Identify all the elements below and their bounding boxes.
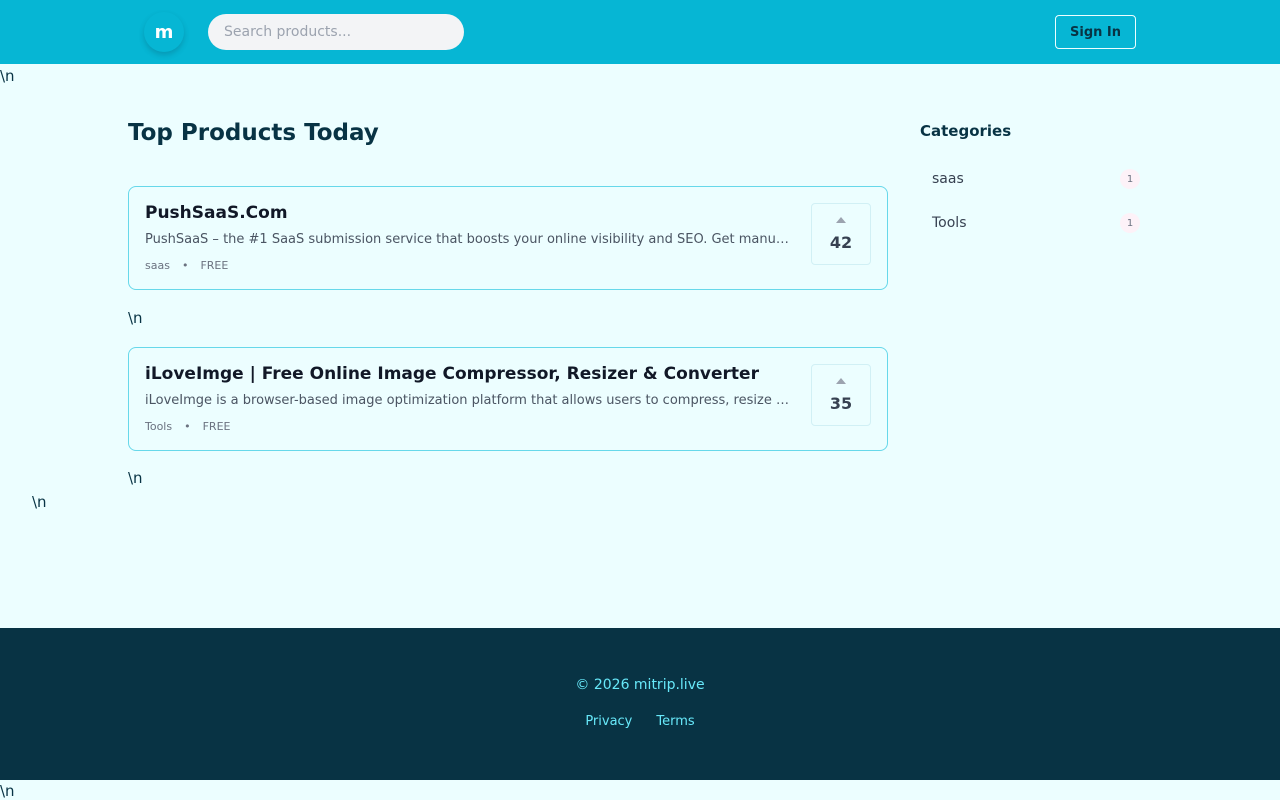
footer: © 2026 mitrip.live Privacy Terms [0,628,1280,780]
category-item-saas[interactable]: saas 1 [920,164,1140,194]
stray-newline-text: \n [128,309,143,327]
product-category[interactable]: Tools [145,420,172,433]
product-pricing: FREE [200,259,229,272]
stray-newline-text: \n [0,67,15,85]
upvote-button[interactable]: 35 [811,364,871,426]
category-label: saas [932,171,964,187]
vote-count: 35 [829,393,853,413]
top-header: m Sign In [0,0,1280,64]
stray-newline-text: \n [128,469,143,487]
stray-newline-text: \n [0,782,15,800]
search-input[interactable] [208,14,464,50]
product-meta: Tools • FREE [145,420,230,433]
product-meta: saas • FREE [145,259,228,272]
sidebar-title: Categories [920,122,1012,140]
upvote-button[interactable]: 42 [811,203,871,265]
privacy-link[interactable]: Privacy [585,714,632,729]
page-title: Top Products Today [128,120,379,146]
terms-link[interactable]: Terms [656,714,694,729]
product-category[interactable]: saas [145,259,170,272]
footer-links: Privacy Terms [0,714,1280,729]
product-card[interactable]: iLoveImge | Free Online Image Compressor… [128,347,888,451]
stray-newline-text: \n [32,493,47,511]
meta-separator: • [181,259,189,272]
category-item-tools[interactable]: Tools 1 [920,208,1140,238]
upvote-arrow-icon [836,216,846,223]
meta-separator: • [184,420,191,433]
product-description: iLoveImge is a browser-based image optim… [145,393,795,408]
product-card[interactable]: PushSaaS.Com PushSaaS – the #1 SaaS subm… [128,186,888,290]
vote-count: 42 [829,232,853,252]
logo[interactable]: m [144,12,184,52]
product-name[interactable]: PushSaaS.Com [145,203,288,223]
copyright-text: © 2026 mitrip.live [575,677,705,693]
category-count-badge: 1 [1120,213,1140,233]
product-description: PushSaaS – the #1 SaaS submission servic… [145,232,795,247]
category-count-badge: 1 [1120,169,1140,189]
category-label: Tools [932,215,967,231]
upvote-arrow-icon [836,377,846,384]
sign-in-button[interactable]: Sign In [1055,15,1136,49]
product-pricing: FREE [202,420,231,433]
product-name[interactable]: iLoveImge | Free Online Image Compressor… [145,364,759,384]
